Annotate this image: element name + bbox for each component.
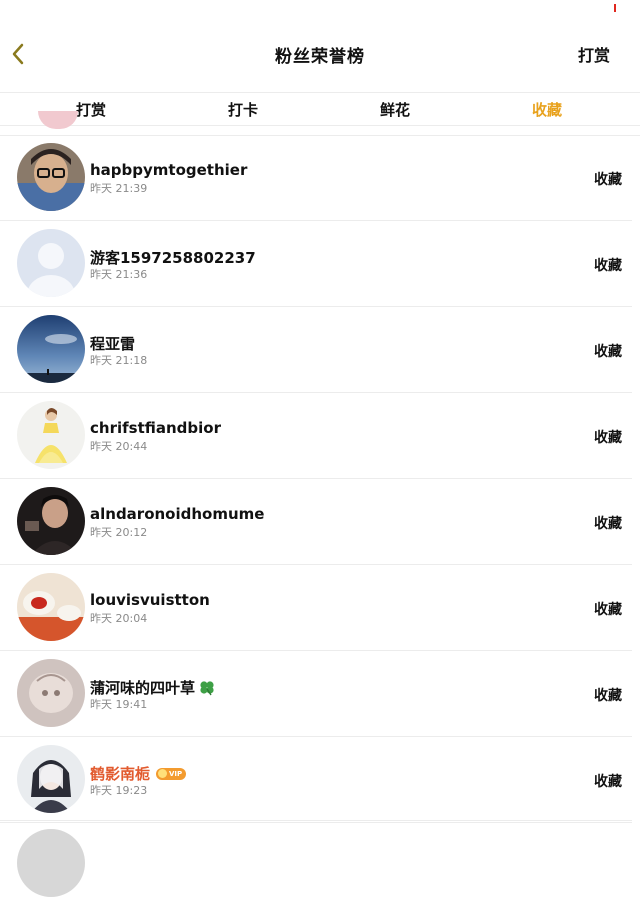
action-label: 收藏 xyxy=(594,516,622,532)
fan-list: hapbpymtogethier 昨天 21:39 收藏 游客159725880… xyxy=(0,135,632,823)
coin-icon xyxy=(158,769,168,778)
avatar xyxy=(17,745,85,813)
action-label: 收藏 xyxy=(594,774,622,790)
nav-bar: 粉丝荣誉榜 打赏 xyxy=(0,0,640,92)
avatar xyxy=(17,401,85,469)
tab-flowers[interactable]: 鲜花 xyxy=(380,99,410,120)
fan-name: 蒲河味的四叶草 xyxy=(90,677,216,698)
tab-checkin[interactable]: 打卡 xyxy=(228,99,258,120)
fan-time: 昨天 21:18 xyxy=(90,354,148,367)
action-label: 收藏 xyxy=(594,602,622,618)
avatar xyxy=(38,111,78,129)
list-item[interactable]: chrifstfiandbior 昨天 20:44 收藏 xyxy=(0,393,632,479)
avatar xyxy=(17,573,85,641)
fan-time: 昨天 21:39 xyxy=(90,182,148,195)
list-item[interactable]: 程亚雷 昨天 21:18 收藏 xyxy=(0,307,632,393)
list-item[interactable]: louvisvuistton 昨天 20:04 收藏 xyxy=(0,565,632,651)
list-item[interactable]: alndaronoidhomume 昨天 20:12 收藏 xyxy=(0,479,632,565)
fan-name: louvisvuistton xyxy=(90,591,210,609)
tab-bar: 打赏 打卡 鲜花 收藏 xyxy=(0,92,640,126)
action-label: 收藏 xyxy=(594,172,622,188)
fan-name: chrifstfiandbior xyxy=(90,419,221,437)
page-title: 粉丝荣誉榜 xyxy=(275,47,365,67)
fan-time: 昨天 20:44 xyxy=(90,440,148,453)
fan-time: 昨天 19:41 xyxy=(90,698,148,711)
tab-favorites[interactable]: 收藏 xyxy=(532,99,562,120)
reward-button[interactable]: 打赏 xyxy=(578,42,610,66)
list-item[interactable]: 游客1597258802237 昨天 21:36 收藏 xyxy=(0,221,632,307)
avatar xyxy=(17,659,85,727)
fan-time: 昨天 20:12 xyxy=(90,526,148,539)
fan-name: 程亚雷 xyxy=(90,335,136,353)
avatar xyxy=(17,143,85,211)
avatar xyxy=(17,229,85,297)
fan-time: 昨天 19:23 xyxy=(90,784,148,797)
list-item[interactable]: hapbpymtogethier 昨天 21:39 收藏 xyxy=(0,135,632,221)
list-item[interactable]: 蒲河味的四叶草 昨天 19:41 收藏 xyxy=(0,651,632,737)
action-label: 收藏 xyxy=(594,688,622,704)
avatar xyxy=(17,487,85,555)
fan-name: 鹤影南栀 VIP xyxy=(90,763,187,784)
clover-icon xyxy=(200,680,214,695)
vip-badge: VIP xyxy=(156,767,187,780)
fan-time: 昨天 21:36 xyxy=(90,268,148,281)
fan-name: 游客1597258802237 xyxy=(90,249,256,267)
list-item[interactable]: 鹤影南栀 VIP 昨天 19:23 收藏 xyxy=(0,737,632,823)
fan-name: hapbpymtogethier xyxy=(90,161,248,179)
list-item-partial xyxy=(0,820,632,897)
fan-time: 昨天 20:04 xyxy=(90,612,148,625)
tab-reward[interactable]: 打赏 xyxy=(76,99,106,120)
avatar xyxy=(17,829,85,897)
avatar xyxy=(17,315,85,383)
action-label: 收藏 xyxy=(594,430,622,446)
fan-name: alndaronoidhomume xyxy=(90,505,265,523)
action-label: 收藏 xyxy=(594,258,622,274)
action-label: 收藏 xyxy=(594,344,622,360)
